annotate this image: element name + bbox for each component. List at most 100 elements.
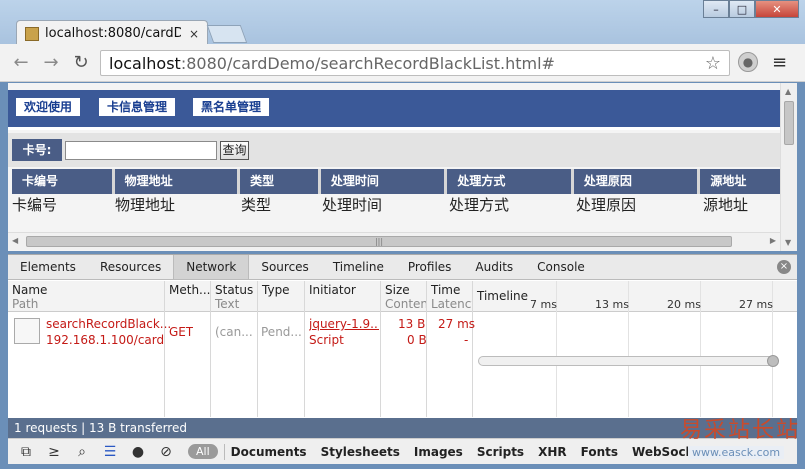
col-name-sub: Path [12,297,39,311]
address-bar[interactable]: localhost:8080/cardDemo/searchRecordBlac… [100,50,730,76]
request-timeline-bar [478,355,779,367]
col-size-sub: Conten [385,297,426,311]
request-initiator-link[interactable]: jquery-1.9.... [309,317,379,331]
clear-icon[interactable]: ⊘ [154,442,178,462]
back-icon[interactable]: ← [8,52,34,73]
request-time: 27 ms [438,317,476,331]
search-row: 卡号: 查询 [8,133,780,167]
card-number-input[interactable] [65,141,217,160]
request-initiator-type: Script [309,333,344,347]
request-content-size: 0 B [407,333,427,347]
tab-resources[interactable]: Resources [88,255,173,279]
scroll-right-icon[interactable]: ▶ [770,236,776,245]
hscroll-thumb[interactable]: ||| [26,236,732,247]
col-status[interactable]: Status Text [211,281,258,417]
minimize-button[interactable]: – [703,0,729,18]
col-time-sub: Latency [431,297,472,311]
page-horizontal-scrollbar[interactable]: ◀ ||| ▶ [8,232,780,250]
top-nav: 欢迎使用 卡信息管理 黑名单管理 [8,90,780,130]
col-type[interactable]: 类型 [240,169,318,194]
window-controls: – □ ✕ [703,0,799,18]
scroll-down-icon[interactable]: ▼ [785,238,791,247]
filter-images[interactable]: Images [414,445,463,459]
devtools-close-icon[interactable]: × [777,260,791,274]
filter-all[interactable]: All [188,444,218,459]
request-name[interactable]: searchRecordBlack... [46,317,171,331]
col-name[interactable]: Name Path [8,281,165,417]
tab-close-icon[interactable]: × [189,27,199,41]
list-view-icon[interactable]: ☰ [98,442,122,462]
site-watermark-url: www.easck.com [688,446,785,459]
document-icon [14,318,40,344]
tick-label: 27 ms [739,298,773,311]
console-drawer-icon[interactable]: ≥ [42,442,66,462]
browser-toolbar: ← → ↻ localhost:8080/cardDemo/searchReco… [0,44,805,82]
cell-time: 处理时间 [322,196,383,214]
request-type: Pend... [261,325,302,339]
col-source[interactable]: 源地址 [700,169,780,194]
network-table: Name Path Meth... Status Text Type Initi… [8,281,797,417]
url-host: localhost [109,53,181,73]
card-number-label: 卡号: [12,139,62,161]
scroll-thumb[interactable] [784,101,794,145]
page-viewport: 欢迎使用 卡信息管理 黑名单管理 卡号: 查询 卡编号 物理地址 类型 处理时间… [8,83,780,251]
search-button[interactable]: 查询 [220,141,249,160]
col-status-title: Status [215,283,254,297]
close-window-button[interactable]: ✕ [755,0,799,18]
tab-sources[interactable]: Sources [249,255,320,279]
request-path[interactable]: 192.168.1.100/cardDer [46,333,164,347]
col-method[interactable]: Meth... [165,281,211,417]
tick-label: 20 ms [667,298,701,311]
forward-icon[interactable]: → [38,52,64,73]
dock-icon[interactable]: ⧉ [14,442,38,462]
col-type[interactable]: Type [258,281,305,417]
table-row[interactable]: 卡编号 物理地址 类型 处理时间 处理方式 处理原因 源地址 [12,194,780,218]
col-initiator[interactable]: Initiator [305,281,381,417]
request-size: 13 B [398,317,426,331]
nav-welcome[interactable]: 欢迎使用 [16,98,81,116]
scroll-up-icon[interactable]: ▲ [785,87,791,96]
filter-scripts[interactable]: Scripts [477,445,524,459]
devtools-panel: Elements Resources Network Sources Timel… [8,254,797,464]
reload-icon[interactable]: ↻ [68,52,94,73]
browser-tab[interactable]: localhost:8080/cardDem × [16,20,208,46]
col-size[interactable]: Size Conten [381,281,427,417]
timeline-end-dot [767,355,779,367]
tab-console[interactable]: Console [525,255,597,279]
tick-label: 13 ms [595,298,629,311]
window-titlebar: localhost:8080/cardDem × – □ ✕ [0,0,805,46]
col-mac[interactable]: 物理地址 [114,169,238,194]
col-reason[interactable]: 处理原因 [573,169,698,194]
cell-type: 类型 [241,196,272,214]
col-card-id[interactable]: 卡编号 [12,169,112,194]
devtools-tabs: Elements Resources Network Sources Timel… [8,255,797,280]
nav-card-info[interactable]: 卡信息管理 [99,98,176,116]
extension-icon[interactable]: ● [738,52,758,72]
col-method[interactable]: 处理方式 [447,169,571,194]
record-icon[interactable]: ● [126,442,150,462]
menu-icon[interactable]: ≡ [772,52,787,73]
search-icon[interactable]: ⌕ [70,442,94,462]
col-time[interactable]: 处理时间 [320,169,445,194]
request-method: GET [169,325,194,339]
maximize-button[interactable]: □ [729,0,755,18]
request-latency: - [464,333,469,347]
filter-documents[interactable]: Documents [231,445,307,459]
url-path: :8080/cardDemo/searchRecordBlackList.htm… [180,53,555,73]
scroll-left-icon[interactable]: ◀ [12,236,18,245]
tab-profiles[interactable]: Profiles [396,255,464,279]
col-method-title: Meth... [169,283,210,297]
tab-elements[interactable]: Elements [8,255,88,279]
cell-reason: 处理原因 [576,196,637,214]
tab-audits[interactable]: Audits [463,255,525,279]
filter-fonts[interactable]: Fonts [581,445,618,459]
tab-network[interactable]: Network [173,255,250,279]
tab-timeline[interactable]: Timeline [321,255,396,279]
bookmark-star-icon[interactable]: ☆ [705,53,721,74]
nav-blacklist[interactable]: 黑名单管理 [193,98,270,116]
col-time[interactable]: Time Latency [427,281,473,417]
filter-stylesheets[interactable]: Stylesheets [321,445,400,459]
page-vertical-scrollbar[interactable]: ▲ ▼ [780,83,797,251]
new-tab-button[interactable] [206,25,248,43]
filter-xhr[interactable]: XHR [538,445,567,459]
